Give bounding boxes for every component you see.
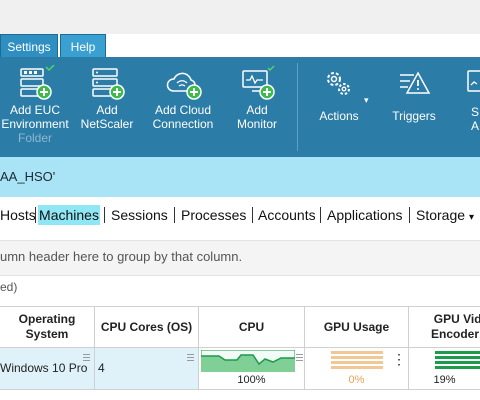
tab-hosts[interactable]: Hosts — [0, 205, 36, 225]
cpu-sparkline — [201, 350, 295, 372]
script-actions-label-2: A — [471, 119, 480, 133]
add-euc-label-1: Add EUC — [9, 103, 61, 117]
add-cloud-connection-button[interactable]: Add Cloud Connection — [148, 57, 218, 157]
tab-processes[interactable]: Processes — [181, 205, 246, 225]
nav-separator — [252, 207, 253, 223]
tab-sessions[interactable]: Sessions — [111, 205, 168, 225]
cell-gpu-usage[interactable]: 0% ⋮ — [305, 348, 409, 390]
os-header-line2: System — [25, 327, 69, 341]
add-monitor-button[interactable]: Add Monitor — [228, 57, 286, 157]
cell-operating-system[interactable]: Windows 10 Pro — [0, 348, 95, 390]
filter-status-text: ed) — [0, 280, 18, 294]
path-text: AA_HSO' — [0, 169, 56, 184]
view-tabs: Hosts Machines Sessions Processes Accoun… — [0, 197, 480, 233]
monitor-icon — [242, 65, 275, 100]
title-strip — [0, 0, 480, 34]
more-options-icon[interactable]: ⋮ — [392, 352, 406, 366]
nav-separator — [104, 207, 105, 223]
gpu-encoder-meter — [435, 351, 480, 369]
triggers-icon — [400, 71, 431, 94]
column-header-operating-system[interactable]: Operating System — [0, 306, 95, 348]
tab-settings-label: Settings — [7, 40, 51, 54]
column-header-cpu[interactable]: CPU — [199, 306, 305, 348]
gpu-encoder-header-line2: Encoder U — [431, 327, 480, 341]
grip-icon — [187, 354, 194, 363]
column-header-gpu-video-encoder[interactable]: GPU VideEncoder U — [409, 306, 480, 348]
add-monitor-label-2: Monitor — [236, 117, 277, 131]
ribbon-toolbar: Add EUC Environment Folder Add NetScaler… — [0, 57, 480, 157]
add-netscaler-label-2: NetScaler — [80, 117, 134, 131]
gpu-usage-percent: 0% — [348, 374, 365, 386]
add-monitor-label-1: Add — [246, 103, 268, 117]
tab-machines[interactable]: Machines — [38, 205, 100, 225]
cpu-cores-header: CPU Cores (OS) — [100, 319, 193, 334]
tab-help-label: Help — [70, 40, 96, 54]
nav-separator — [35, 207, 36, 223]
add-netscaler-button[interactable]: Add NetScaler — [76, 57, 138, 157]
add-netscaler-label-1: Add — [96, 103, 118, 117]
actions-label: Actions — [319, 109, 359, 123]
tab-accounts[interactable]: Accounts — [258, 205, 316, 225]
group-hint-text: umn header here to group by that column. — [0, 249, 243, 264]
triggers-button[interactable]: Triggers — [383, 57, 445, 157]
storage-dropdown-icon: ▾ — [468, 212, 474, 223]
os-value: Windows 10 Pro — [0, 361, 88, 375]
tab-settings[interactable]: Settings — [0, 34, 58, 58]
add-euc-label-3: Folder — [17, 131, 52, 145]
grip-icon — [296, 354, 303, 363]
actions-dropdown-icon[interactable]: ▾ — [364, 95, 369, 106]
cpu-percent: 100% — [237, 374, 266, 386]
gears-icon — [327, 72, 350, 95]
tab-storage[interactable]: Storage ▾ — [416, 205, 474, 225]
tab-storage-label: Storage — [416, 207, 466, 223]
grip-icon — [83, 354, 90, 363]
add-euc-label-2: Environment — [1, 117, 69, 131]
actions-button[interactable]: Actions — [310, 57, 368, 157]
cpu-header: CPU — [238, 319, 265, 334]
group-by-panel[interactable]: umn header here to group by that column. — [0, 240, 480, 276]
euc-folder-icon — [20, 65, 55, 100]
nav-separator — [174, 207, 175, 223]
script-actions-label-1: S — [471, 105, 480, 119]
ribbon-separator — [297, 63, 298, 151]
gpu-usage-meter — [331, 351, 383, 369]
gpu-encoder-header-line1: GPU Vide — [433, 312, 480, 326]
column-header-cpu-cores[interactable]: CPU Cores (OS) — [95, 306, 199, 348]
netscaler-icon — [92, 68, 125, 100]
add-cloud-label-1: Add Cloud — [154, 103, 212, 117]
cloud-icon — [166, 72, 202, 100]
path-bar: AA_HSO' — [0, 157, 480, 197]
nav-separator — [409, 207, 410, 223]
cell-gpu-video-encoder[interactable]: 19% — [409, 348, 480, 390]
triggers-label: Triggers — [392, 109, 436, 123]
cell-cpu-cores[interactable]: 4 — [95, 348, 199, 390]
nav-separator — [320, 207, 321, 223]
script-icon — [467, 70, 480, 92]
gpu-usage-header: GPU Usage — [323, 319, 390, 334]
filter-status: ed) — [0, 276, 17, 298]
os-header-line1: Operating — [18, 312, 76, 326]
tab-applications[interactable]: Applications — [327, 205, 403, 225]
cpu-cores-value: 4 — [98, 361, 105, 375]
cell-cpu[interactable]: 100% — [199, 348, 305, 390]
add-cloud-label-2: Connection — [152, 117, 214, 131]
gpu-encoder-percent: 19% — [433, 374, 456, 386]
script-actions-button[interactable]: S A — [458, 57, 480, 157]
add-euc-environment-folder-button[interactable]: Add EUC Environment Folder — [0, 57, 70, 157]
column-header-gpu-usage[interactable]: GPU Usage — [305, 306, 409, 348]
tab-help[interactable]: Help — [60, 34, 106, 58]
